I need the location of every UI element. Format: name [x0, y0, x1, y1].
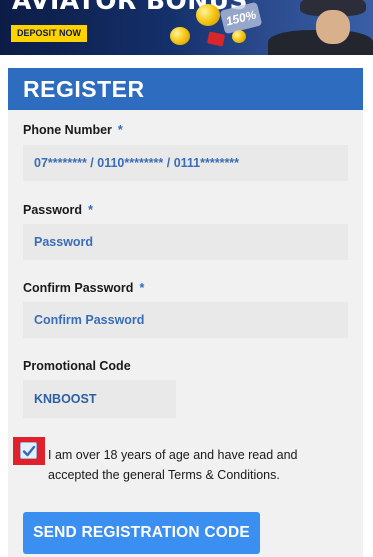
confirm-password-input[interactable]	[23, 302, 348, 338]
terms-checkbox[interactable]	[20, 442, 37, 459]
required-mark: *	[117, 123, 123, 137]
register-header: REGISTER	[8, 68, 363, 110]
required-mark: *	[88, 203, 93, 217]
password-label: Password *	[23, 203, 93, 217]
coin-icon	[170, 27, 190, 45]
required-mark: *	[139, 281, 145, 295]
gift-icon	[206, 31, 226, 47]
coin-icon	[196, 4, 220, 26]
confirm-password-label: Confirm Password *	[23, 281, 145, 295]
send-registration-code-button[interactable]: SEND REGISTRATION CODE	[23, 512, 260, 554]
terms-text: I am over 18 years of age and have read …	[48, 448, 298, 482]
register-title: REGISTER	[23, 76, 145, 102]
promo-code-input[interactable]	[23, 380, 176, 418]
promo-code-label: Promotional Code	[23, 359, 131, 373]
phone-label: Phone Number *	[23, 123, 123, 137]
check-icon	[22, 445, 36, 457]
password-input[interactable]	[23, 224, 348, 260]
phone-number-input[interactable]	[23, 145, 348, 181]
pilot-face	[316, 10, 350, 44]
register-form: REGISTER Phone Number* Password* Confirm…	[8, 68, 363, 557]
checkbox-highlight	[13, 437, 45, 465]
promo-banner[interactable]: AVIATOR BONUS DEPOSIT NOW 150%	[0, 0, 373, 55]
deposit-now-button[interactable]: DEPOSIT NOW	[11, 25, 88, 42]
